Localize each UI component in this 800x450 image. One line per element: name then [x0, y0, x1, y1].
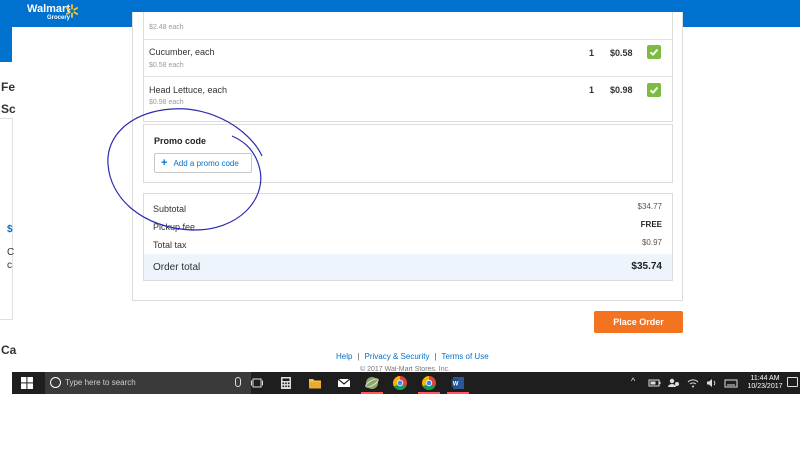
- walmart-spark-icon: [65, 4, 79, 18]
- bg-side-panel: $ C c: [0, 118, 15, 320]
- calculator-icon[interactable]: [278, 375, 294, 391]
- pickup-fee-label: Pickup fee: [153, 222, 196, 232]
- plus-icon: +: [161, 157, 168, 169]
- bg-subheading-fragment: Sc: [1, 102, 16, 116]
- tax-label: Total tax: [153, 240, 187, 250]
- order-summary: Subtotal $34.77 Pickup fee FREE Total ta…: [143, 193, 673, 281]
- search-placeholder: Type here to search: [65, 378, 136, 387]
- bg-section-fragment: Ca: [1, 343, 17, 357]
- item-quantity: 1: [589, 48, 595, 58]
- footer-links: Help | Privacy & Security | Terms of Use: [336, 352, 489, 361]
- item-unit-price: $2.48 each: [149, 24, 184, 31]
- list-item: Cucumber, each $0.58 each 1 $0.58: [144, 39, 672, 76]
- list-item: Head Lettuce, each $0.98 each 1 $0.98: [144, 76, 672, 122]
- brand-name: Walmart: [27, 3, 70, 15]
- separator: |: [434, 352, 437, 361]
- wifi-icon[interactable]: [685, 375, 701, 391]
- item-name: Head Lettuce, each: [149, 85, 228, 95]
- clock-date: 10/23/2017: [747, 383, 783, 390]
- checkmark-icon[interactable]: [647, 45, 661, 59]
- place-order-button[interactable]: Place Order: [594, 311, 683, 333]
- windows-start-icon[interactable]: [21, 377, 33, 389]
- cortana-icon: [50, 377, 61, 388]
- app-icon[interactable]: [364, 375, 380, 391]
- promo-code-section: Promo code + Add a promo code: [143, 124, 673, 183]
- walmart-logo[interactable]: Walmart Grocery: [27, 3, 70, 22]
- list-item: $2.48 each: [144, 12, 672, 39]
- microphone-icon[interactable]: [235, 377, 241, 387]
- add-promo-code-label: Add a promo code: [173, 158, 239, 168]
- word-icon[interactable]: W: [450, 375, 466, 391]
- chevron-up-icon[interactable]: ^: [631, 376, 635, 386]
- bg-text-fragment: c: [7, 260, 12, 271]
- bg-price-fragment: $: [7, 224, 13, 235]
- item-name: Cucumber, each: [149, 47, 215, 57]
- file-explorer-icon[interactable]: [307, 375, 323, 391]
- active-app-indicator: [418, 392, 440, 394]
- order-total-label: Order total: [153, 262, 201, 273]
- item-quantity: 1: [589, 85, 595, 95]
- subtotal-label: Subtotal: [153, 204, 187, 214]
- checkout-review-card: $2.48 each Cucumber, each $0.58 each 1 $…: [132, 12, 683, 301]
- checkmark-icon[interactable]: [647, 83, 661, 97]
- subtotal-value: $34.77: [637, 202, 662, 211]
- order-total-value: $35.74: [631, 261, 662, 272]
- taskbar-clock[interactable]: 11:44 AM 10/23/2017: [745, 375, 785, 391]
- chrome-icon[interactable]: [421, 375, 437, 391]
- add-promo-code-button[interactable]: + Add a promo code: [154, 153, 252, 173]
- active-app-indicator: [361, 392, 383, 394]
- order-total-row: Order total $35.74: [144, 254, 672, 280]
- promo-title: Promo code: [154, 136, 207, 146]
- clock-time: 11:44 AM: [750, 375, 780, 382]
- privacy-link[interactable]: Privacy & Security: [365, 352, 430, 361]
- keyboard-icon[interactable]: [723, 375, 739, 391]
- task-view-icon[interactable]: [249, 375, 265, 391]
- pickup-fee-value: FREE: [640, 220, 662, 229]
- copyright-text: © 2017 Wal-Mart Stores, Inc.: [360, 366, 451, 371]
- mail-icon[interactable]: [336, 375, 352, 391]
- taskbar-search-box[interactable]: Type here to search: [45, 372, 251, 394]
- order-items-list: $2.48 each Cucumber, each $0.58 each 1 $…: [143, 12, 673, 122]
- bg-text-fragment: C: [7, 247, 15, 258]
- windows-taskbar: Type here to search W ^ 11:44 AM 10/23/2…: [12, 372, 800, 394]
- header-underlay: [0, 27, 12, 62]
- help-link[interactable]: Help: [336, 352, 352, 361]
- volume-icon[interactable]: [704, 375, 720, 391]
- bg-heading-fragment: Fe: [1, 80, 16, 94]
- action-center-icon[interactable]: [787, 377, 798, 387]
- item-unit-price: $0.98 each: [149, 99, 184, 106]
- brand-subtitle: Grocery: [47, 15, 71, 21]
- item-price: $0.98: [610, 85, 633, 95]
- item-unit-price: $0.58 each: [149, 62, 184, 69]
- tax-value: $0.97: [641, 238, 662, 247]
- chrome-icon[interactable]: [392, 375, 408, 391]
- battery-icon[interactable]: [647, 375, 663, 391]
- separator: |: [357, 352, 360, 361]
- terms-link[interactable]: Terms of Use: [442, 352, 489, 361]
- item-price: $0.58: [610, 48, 633, 58]
- people-icon[interactable]: [666, 375, 682, 391]
- svg-text:W: W: [453, 382, 459, 388]
- active-app-indicator: [447, 392, 469, 394]
